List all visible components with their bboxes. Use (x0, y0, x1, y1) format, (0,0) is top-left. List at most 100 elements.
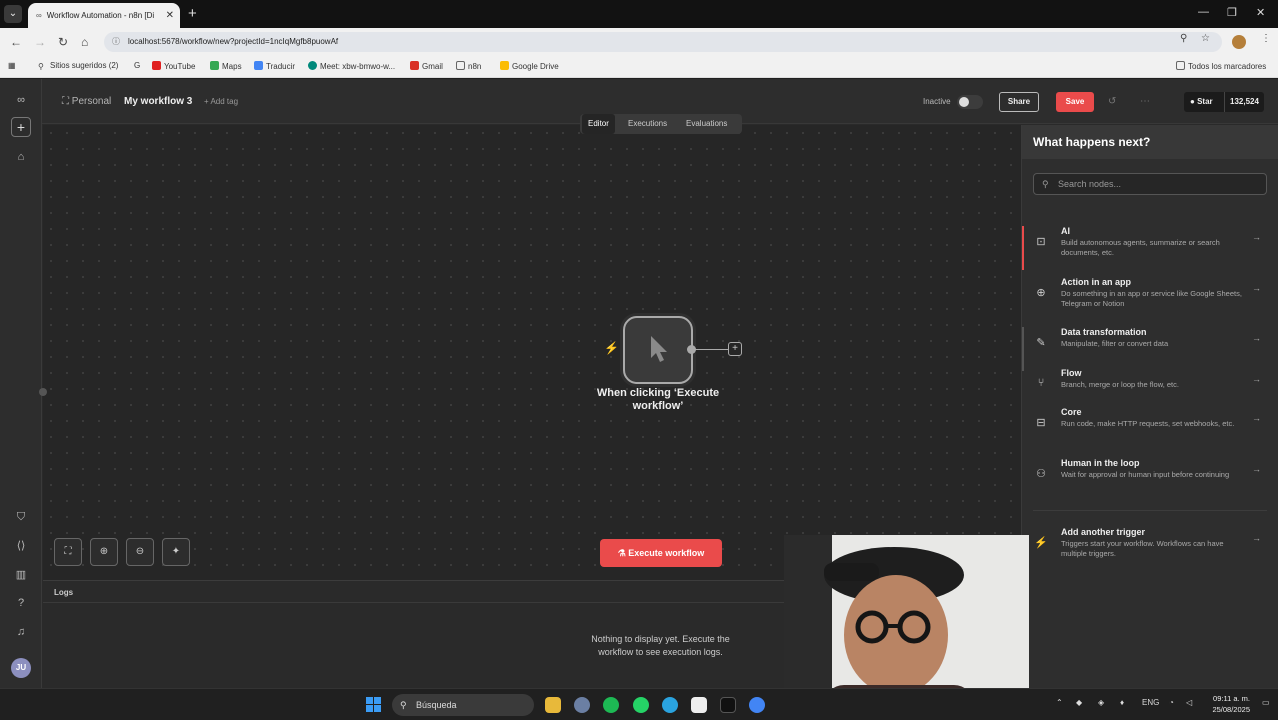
search-nodes-input[interactable]: ⚲ Search nodes... (1033, 173, 1267, 195)
bolt-icon: ⚡ (1034, 537, 1048, 549)
windows-start-icon[interactable] (366, 697, 382, 713)
clock-date: 25/08/2025 (1212, 705, 1250, 714)
workflow-name[interactable]: My workflow 3 (124, 96, 192, 107)
more-options-icon[interactable]: ⋯ (1140, 96, 1150, 107)
tab-evaluations[interactable]: Evaluations (680, 114, 733, 134)
taskbar-search[interactable]: ⚲ Búsqueda (392, 694, 534, 716)
category-desc: Manipulate, filter or convert data (1061, 339, 1169, 348)
user-avatar[interactable]: JU (11, 658, 31, 678)
category-action-in-app[interactable]: ⊕ Action in an app Do something in an ap… (1022, 277, 1278, 321)
new-tab-icon[interactable]: + (188, 6, 197, 21)
user-check-icon: ⚇ (1036, 468, 1046, 480)
bookmark-maps[interactable]: Maps (210, 61, 242, 71)
url-text: localhost:5678/workflow/new?projectId=1n… (128, 37, 339, 46)
tidy-up-icon[interactable]: ✦ (162, 538, 190, 566)
undo-history-icon[interactable]: ↺ (1108, 96, 1116, 107)
tray-chevron-icon[interactable]: ⌃ (1056, 698, 1063, 707)
language-indicator[interactable]: ENG (1142, 698, 1159, 707)
close-window-icon[interactable]: ✕ (1256, 6, 1265, 19)
execute-workflow-button[interactable]: ⚗ Execute workflow (600, 539, 722, 567)
category-desc: Run code, make HTTP requests, set webhoo… (1061, 419, 1235, 428)
add-node-plus-icon[interactable]: + (728, 342, 742, 356)
settings-gear-icon[interactable] (574, 697, 590, 713)
apps-grid-icon[interactable]: ▦ (8, 61, 16, 70)
bookmark-translate[interactable]: Traducir (254, 61, 295, 71)
bookmark-gmail[interactable]: Gmail (410, 61, 443, 71)
tray-mic-icon[interactable]: ♦ (1120, 698, 1124, 707)
google-g-icon[interactable]: G (134, 61, 140, 70)
bookmark-youtube[interactable]: YouTube (152, 61, 195, 71)
home-icon[interactable]: ⌂ (81, 35, 88, 49)
category-ai[interactable]: ⊡ AI Build autonomous agents, summarize … (1022, 226, 1278, 270)
tab-editor[interactable]: Editor (582, 114, 615, 134)
zoom-out-icon[interactable]: ⊖ (126, 538, 154, 566)
variables-icon[interactable]: ⟨⟩ (13, 538, 29, 554)
tray-app-icon[interactable]: ◆ (1076, 698, 1082, 707)
category-desc: Do something in an app or service like G… (1061, 289, 1242, 308)
help-icon[interactable]: ? (13, 595, 29, 611)
cursor-icon (651, 336, 667, 362)
notification-center-icon[interactable]: ▭ (1262, 698, 1270, 707)
bookmark-suggested[interactable]: ⚲ Sitios sugeridos (2) (38, 61, 118, 71)
search-placeholder: Search nodes... (1058, 179, 1122, 189)
bookmark-n8n[interactable]: n8n (456, 61, 481, 71)
telegram-icon[interactable] (662, 697, 678, 713)
add-another-trigger[interactable]: ⚡ Add another trigger Triggers start you… (1022, 527, 1278, 571)
restore-icon[interactable]: ❐ (1227, 6, 1237, 19)
workflow-canvas[interactable]: ⚡ + When clicking ‘Execute workflow’ ⛶ ⊕… (39, 125, 1021, 580)
zoom-in-icon[interactable]: ⊕ (90, 538, 118, 566)
url-field[interactable]: ⓘ localhost:5678/workflow/new?projectId=… (104, 32, 1222, 52)
category-core[interactable]: ⊟ Core Run code, make HTTP requests, set… (1022, 407, 1278, 451)
category-flow[interactable]: ⑂ Flow Branch, merge or loop the flow, e… (1022, 368, 1278, 412)
active-toggle[interactable] (957, 95, 983, 109)
save-button[interactable]: Save (1056, 92, 1094, 112)
tab-executions[interactable]: Executions (622, 114, 673, 134)
category-desc: Triggers start your workflow. Workflows … (1061, 539, 1224, 558)
tab-close-icon[interactable]: ✕ (166, 3, 174, 28)
github-star-button[interactable]: ● Star 132,524 (1184, 92, 1264, 112)
menu-kebab-icon[interactable]: ⋮ (1261, 33, 1271, 44)
profile-avatar[interactable] (1232, 35, 1246, 49)
tray-app-icon-2[interactable]: ◈ (1098, 698, 1104, 707)
category-data-transformation[interactable]: ✎ Data transformation Manipulate, filter… (1022, 327, 1278, 371)
share-button[interactable]: Share (999, 92, 1039, 112)
arrow-right-icon: → (1252, 333, 1261, 343)
overview-home-icon[interactable]: ⌂ (13, 149, 29, 165)
n8n-logo-icon[interactable]: ∞ (10, 92, 32, 108)
breadcrumb-project[interactable]: ⛶ Personal (62, 96, 111, 107)
file-explorer-icon[interactable] (545, 697, 561, 713)
browser-tab[interactable]: ∞ Workflow Automation - n8n [Di ✕ (28, 3, 180, 28)
forward-icon[interactable]: → (34, 35, 46, 49)
node-output-edge (695, 349, 728, 350)
translate-icon[interactable]: ⚲ (1180, 33, 1187, 44)
category-human-in-loop[interactable]: ⚇ Human in the loop Wait for approval or… (1022, 458, 1278, 502)
taskbar-clock[interactable]: 09:11 a. m. 25/08/2025 (1202, 693, 1250, 715)
minimize-icon[interactable]: — (1198, 6, 1209, 18)
logs-title[interactable]: Logs (54, 588, 73, 597)
bookmark-google-drive[interactable]: Google Drive (500, 61, 559, 71)
admin-panel-icon[interactable]: ⛉ (13, 509, 29, 525)
canvas-edge-handle[interactable] (39, 388, 47, 396)
bookmark-star-icon[interactable]: ☆ (1201, 33, 1210, 44)
volume-icon[interactable]: ◁ (1186, 698, 1192, 707)
fit-view-icon[interactable]: ⛶ (54, 538, 82, 566)
capcut-icon[interactable] (720, 697, 736, 713)
bookmark-all[interactable]: Todos los marcadores (1176, 61, 1266, 71)
create-icon[interactable]: + (11, 117, 31, 137)
search-icon: ⚲ (400, 700, 407, 710)
notifications-bell-icon[interactable]: ♫ (13, 624, 29, 640)
site-info-icon[interactable]: ⓘ (112, 32, 120, 52)
app-vw-icon[interactable] (691, 697, 707, 713)
category-desc: Branch, merge or loop the flow, etc. (1061, 380, 1179, 389)
tab-search-icon[interactable]: ⌄ (4, 5, 22, 23)
spotify-icon[interactable] (603, 697, 619, 713)
whatsapp-icon[interactable] (633, 697, 649, 713)
back-icon[interactable]: ← (10, 35, 22, 49)
bookmark-meet[interactable]: Meet: xbw-bmwo-w... (308, 61, 395, 71)
manual-trigger-node[interactable] (623, 316, 693, 384)
reload-icon[interactable]: ↻ (58, 35, 68, 49)
add-tag-button[interactable]: + Add tag (204, 97, 238, 106)
insights-chart-icon[interactable]: ▥ (13, 567, 29, 583)
chrome-icon[interactable] (749, 697, 765, 713)
wifi-icon[interactable]: ◔ (1169, 698, 1174, 707)
